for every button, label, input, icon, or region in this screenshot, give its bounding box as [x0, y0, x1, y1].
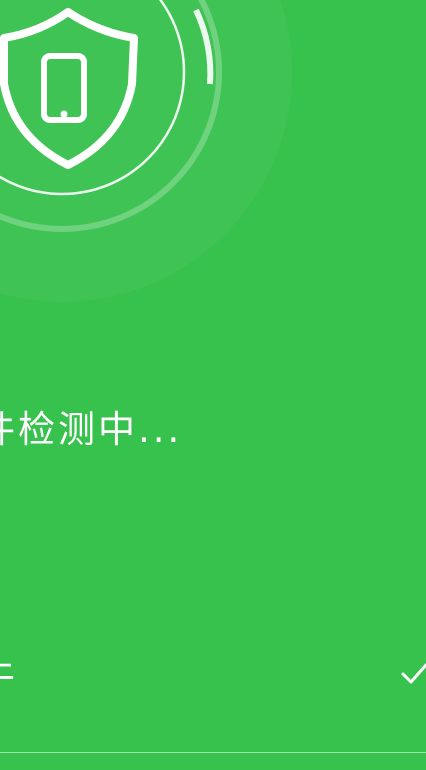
check-item-label: 牛 — [0, 654, 15, 698]
shield-scan-graphic — [0, 0, 292, 302]
scan-screen: 件检测中... 牛 — [0, 0, 426, 770]
scan-status-text: 件检测中... — [0, 408, 183, 451]
checkmark-icon — [401, 663, 426, 684]
row-divider — [0, 752, 426, 753]
check-list-item: 牛 — [0, 640, 426, 712]
